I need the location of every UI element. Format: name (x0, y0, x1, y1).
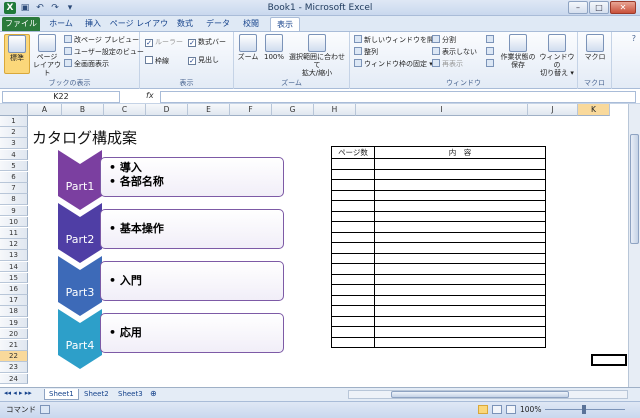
table-row (331, 284, 546, 296)
table-cell[interactable] (374, 263, 546, 275)
table-row (331, 263, 546, 275)
page-content-table: ページ数 内 容 (331, 146, 546, 348)
table-cell[interactable] (374, 200, 546, 212)
table-cell[interactable] (374, 189, 546, 201)
horizontal-scroll-thumb[interactable] (391, 391, 569, 398)
bullet-item: • 応用 (109, 326, 142, 339)
table-cell[interactable] (331, 294, 375, 306)
table-row (331, 305, 546, 317)
part3-box[interactable]: • 入門 (100, 261, 284, 301)
table-cell[interactable] (331, 210, 375, 222)
table-row (331, 242, 546, 254)
table-cell[interactable] (331, 221, 375, 233)
table-cell[interactable] (331, 168, 375, 180)
table-cell[interactable] (331, 252, 375, 264)
table-cell[interactable] (331, 242, 375, 254)
bullet-item: • 基本操作 (109, 222, 164, 235)
table-cell[interactable] (331, 158, 375, 170)
table-cell[interactable] (331, 305, 375, 317)
table-cell[interactable] (331, 231, 375, 243)
bullet-item: • 入門 (109, 274, 142, 287)
table-cell[interactable] (374, 242, 546, 254)
sheet-tab-2[interactable]: Sheet2 (80, 389, 113, 400)
horizontal-scrollbar[interactable] (348, 390, 628, 399)
table-row (331, 168, 546, 180)
sheet-tab-3[interactable]: Sheet3 (114, 389, 147, 400)
table-cell[interactable] (331, 189, 375, 201)
sheet-tab-bar: ◂◂ ◂ ▸ ▸▸ Sheet1 Sheet2 Sheet3 ⊕ (0, 387, 640, 401)
table-cell[interactable] (331, 179, 375, 191)
vertical-scrollbar[interactable] (628, 104, 640, 387)
page-count-header[interactable]: ページ数 (331, 146, 375, 159)
part4-box[interactable]: • 応用 (100, 313, 284, 353)
part2-label: Part2 (65, 233, 95, 246)
table-cell[interactable] (331, 336, 375, 348)
table-row (331, 231, 546, 243)
table-cell[interactable] (374, 294, 546, 306)
table-cell[interactable] (374, 221, 546, 233)
table-cell[interactable] (374, 326, 546, 338)
table-cell[interactable] (331, 263, 375, 275)
table-cell[interactable] (374, 284, 546, 296)
table-row (331, 179, 546, 191)
table-cell[interactable] (374, 231, 546, 243)
table-cell[interactable] (374, 315, 546, 327)
table-cell[interactable] (374, 273, 546, 285)
table-cell[interactable] (374, 252, 546, 264)
table-row (331, 294, 546, 306)
content-header[interactable]: 内 容 (374, 146, 546, 159)
sheet-nav-icon[interactable]: ◂◂ ◂ ▸ ▸▸ (4, 389, 32, 397)
table-cell[interactable] (374, 158, 546, 170)
status-bar: コマンド 100% (0, 401, 640, 418)
page-break-status-icon[interactable] (506, 405, 516, 414)
bullet-item: • 導入 (109, 161, 142, 174)
part2-box[interactable]: • 基本操作 (100, 209, 284, 249)
table-cell[interactable] (374, 336, 546, 348)
part3-label: Part3 (65, 286, 95, 299)
part4-label: Part4 (65, 339, 95, 352)
page-layout-status-icon[interactable] (492, 405, 502, 414)
table-row (331, 189, 546, 201)
table-cell[interactable] (374, 168, 546, 180)
zoom-level[interactable]: 100% (520, 402, 541, 417)
table-row (331, 252, 546, 264)
selected-cell-k22[interactable] (591, 354, 627, 366)
table-row (331, 221, 546, 233)
vertical-scroll-thumb[interactable] (630, 134, 639, 244)
part1-label: Part1 (65, 180, 95, 193)
table-row (331, 210, 546, 222)
table-cell[interactable] (331, 284, 375, 296)
insert-sheet-icon[interactable]: ⊕ (150, 389, 157, 398)
table-cell[interactable] (331, 200, 375, 212)
table-cell[interactable] (331, 315, 375, 327)
table-row (331, 336, 546, 348)
table-cell[interactable] (374, 179, 546, 191)
normal-view-status-icon[interactable] (478, 405, 488, 414)
zoom-slider-thumb[interactable] (582, 405, 586, 414)
table-cell[interactable] (331, 273, 375, 285)
macro-record-icon[interactable] (40, 405, 50, 414)
table-row (331, 326, 546, 338)
bullet-item: • 各部名称 (109, 175, 164, 188)
table-cell[interactable] (374, 305, 546, 317)
part1-box[interactable]: • 導入 • 各部名称 (100, 157, 284, 197)
table-cell[interactable] (331, 326, 375, 338)
table-row (331, 273, 546, 285)
sheet-tab-1[interactable]: Sheet1 (44, 389, 79, 400)
status-mode: コマンド (6, 405, 36, 414)
table-row (331, 315, 546, 327)
table-row (331, 200, 546, 212)
table-cell[interactable] (374, 210, 546, 222)
table-row (331, 158, 546, 170)
